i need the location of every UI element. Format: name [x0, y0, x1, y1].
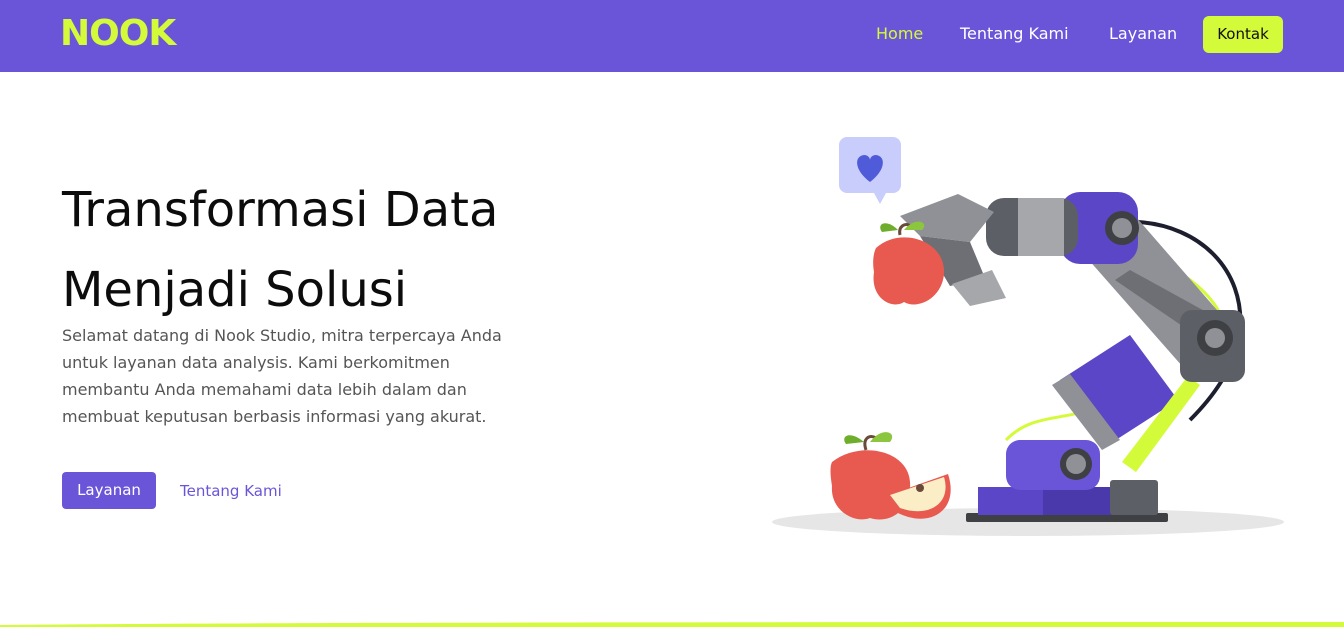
nav-contact-button[interactable]: Kontak	[1203, 16, 1283, 53]
hero-title-line-2: Menjadi Solusi	[62, 262, 408, 318]
about-link[interactable]: Tentang Kami	[180, 481, 282, 501]
robot-arm-illustration	[772, 137, 1284, 536]
nav-services-link[interactable]: Layanan	[1109, 23, 1177, 45]
gripper-top	[900, 194, 994, 242]
base-side	[1110, 480, 1158, 515]
navbar: NOOK STUDIO Home Tentang Kami Layanan Ko…	[0, 0, 1344, 72]
hero-title-line-1: Transformasi Data	[62, 182, 499, 238]
bottom-accent-line	[0, 622, 1344, 627]
nav-about-link[interactable]: Tentang Kami	[960, 23, 1069, 45]
logo-subtext: STUDIO	[92, 45, 136, 52]
hero-title: Transformasi Data Menjadi Solusi	[62, 170, 702, 330]
services-button[interactable]: Layanan	[62, 472, 156, 509]
hero-description: Selamat datang di Nook Studio, mitra ter…	[62, 326, 502, 426]
brand-logo[interactable]: NOOK STUDIO	[60, 14, 176, 58]
speech-bubble	[839, 137, 901, 204]
nav-home-link[interactable]: Home	[876, 23, 923, 45]
